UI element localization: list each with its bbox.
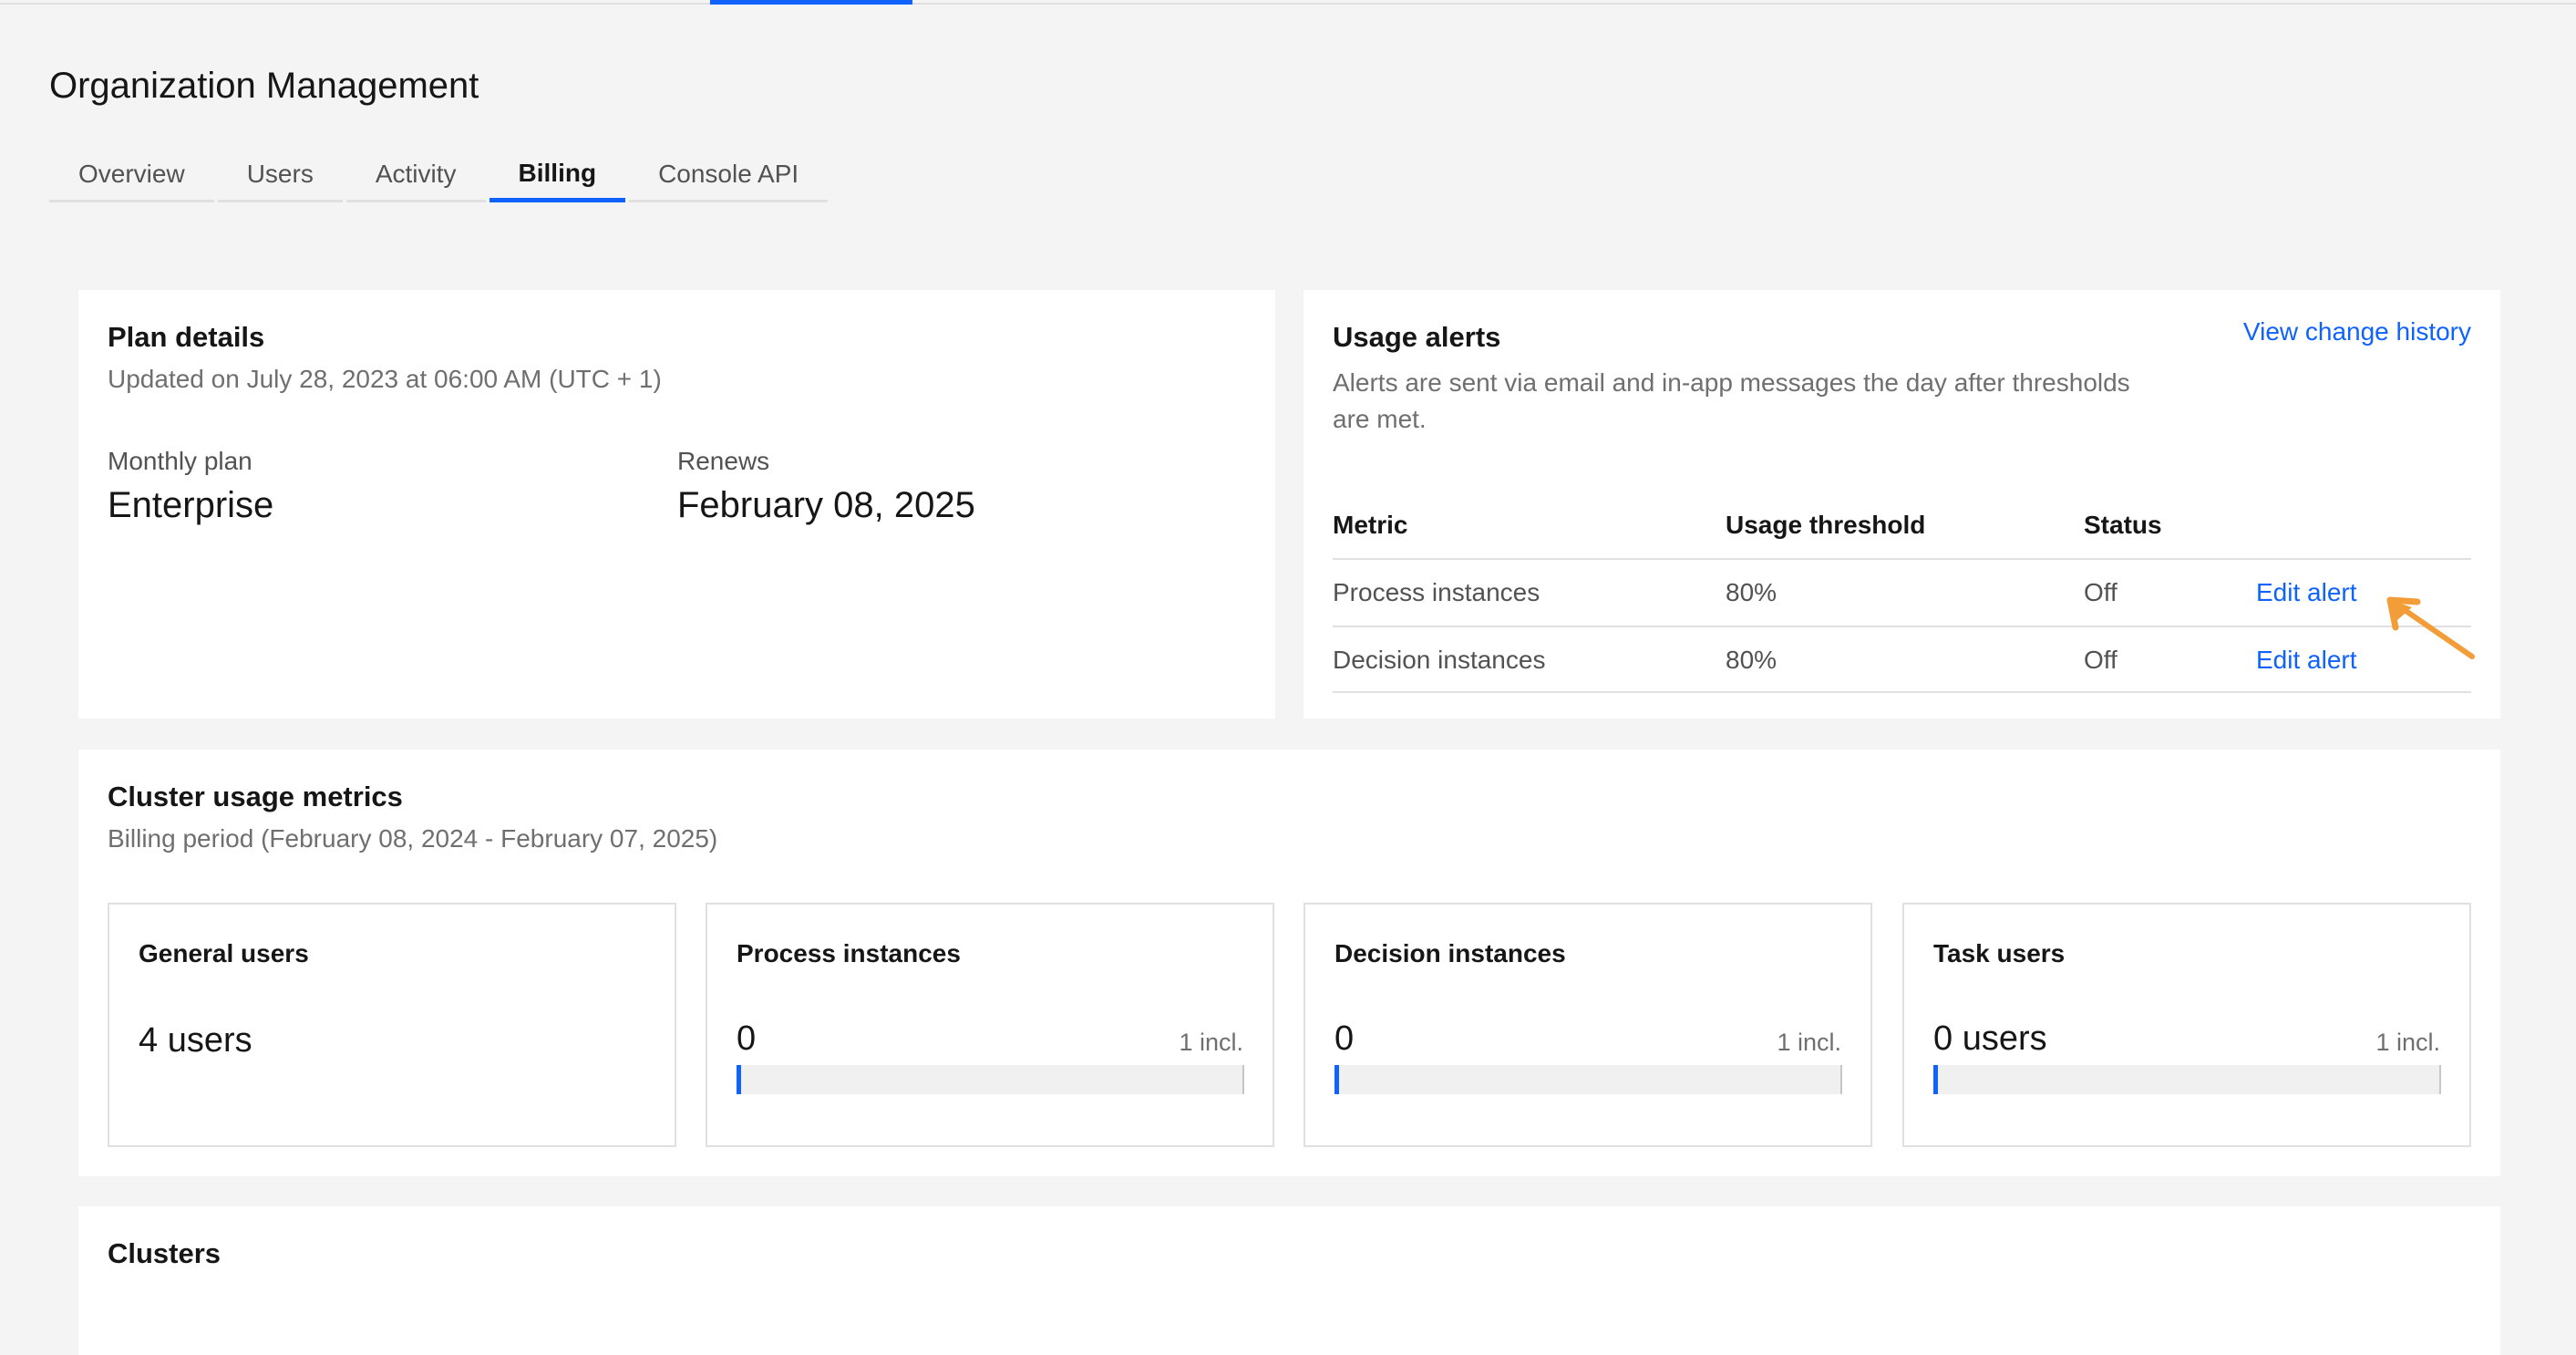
top-nav-active-indicator [710,0,912,5]
tab-activity[interactable]: Activity [345,148,486,202]
page-title: Organization Management [49,66,479,106]
arrow-annotation-icon [2386,596,2475,659]
cluster-usage-metrics-card: Cluster usage metrics Billing period (Fe… [78,750,2500,1176]
metric-tile-value: 0 [737,1019,757,1058]
metric-tile-included: 1 incl. [1179,1029,1243,1056]
metric-tile-value: 0 users [1933,1019,2047,1058]
metric-tile-title: General users [139,939,309,967]
metric-tile-general-users: General users 4 users [108,903,676,1147]
metric-tile-task-users: Task users 0 users 1 incl. [1902,903,2471,1147]
alerts-description-line2: are met. [1333,405,1427,433]
row-threshold: 80% [1726,646,1777,674]
usage-progress-fill [737,1065,741,1094]
row-metric: Decision instances [1333,646,1546,674]
table-row: Process instances 80% Off Edit alert [1333,558,2471,626]
metric-tile-value: 0 [1334,1019,1355,1058]
page: Organization Management Overview Users A… [0,0,2576,1355]
column-header-metric: Metric [1333,511,1408,539]
billing-period-text: Billing period (February 08, 2024 - Febr… [108,824,718,853]
usage-progress-bar [737,1065,1244,1094]
row-status: Off [2084,578,2117,606]
usage-progress-bar [1933,1065,2441,1094]
tab-console-api[interactable]: Console API [629,148,829,202]
metric-tile-process-instances: Process instances 0 1 incl. [706,903,1274,1147]
column-header-usage-threshold: Usage threshold [1726,511,1926,539]
alerts-description-line1: Alerts are sent via email and in-app mes… [1333,368,2130,397]
table-row: Decision instances 80% Off Edit alert [1333,626,2471,693]
renews-value: February 08, 2025 [677,485,975,525]
alerts-table: Metric Usage threshold Status Process in… [1333,491,2471,693]
tab-bar: Overview Users Activity Billing Console … [49,148,831,202]
plan-updated-text: Updated on July 28, 2023 at 06:00 AM (UT… [108,365,662,393]
view-change-history-link[interactable]: View change history [2243,317,2471,347]
clusters-title: Clusters [108,1237,222,1269]
metric-tile-title: Decision instances [1334,939,1566,967]
usage-alerts-title: Usage alerts [1333,321,1501,353]
tab-users[interactable]: Users [217,148,343,202]
row-metric: Process instances [1333,578,1540,606]
plan-details-card: Plan details Updated on July 28, 2023 at… [78,290,1275,719]
metric-tile-title: Process instances [737,939,961,967]
row-status: Off [2084,646,2117,674]
alerts-table-header: Metric Usage threshold Status [1333,491,2471,558]
clusters-card: Clusters [78,1206,2500,1355]
row-threshold: 80% [1726,578,1777,606]
tab-overview[interactable]: Overview [49,148,214,202]
monthly-plan-label: Monthly plan [108,447,252,475]
edit-alert-link[interactable]: Edit alert [2256,646,2357,675]
metric-tile-value: 4 users [139,1021,252,1060]
cluster-usage-metrics-title: Cluster usage metrics [108,781,403,812]
metric-tile-decision-instances: Decision instances 0 1 incl. [1303,903,1872,1147]
usage-progress-bar [1334,1065,1842,1094]
usage-progress-fill [1334,1065,1339,1094]
top-divider [0,0,2576,5]
edit-alert-link[interactable]: Edit alert [2256,578,2357,607]
metric-tile-title: Task users [1933,939,2066,967]
plan-details-title: Plan details [108,321,265,353]
monthly-plan-value: Enterprise [108,485,274,525]
metric-tile-included: 1 incl. [2375,1029,2440,1056]
renews-label: Renews [677,447,770,475]
metric-tile-included: 1 incl. [1777,1029,1841,1056]
tab-billing[interactable]: Billing [489,148,626,202]
usage-progress-fill [1933,1065,1938,1094]
usage-alerts-card: Usage alerts View change history Alerts … [1303,290,2500,719]
column-header-status: Status [2084,511,2162,539]
